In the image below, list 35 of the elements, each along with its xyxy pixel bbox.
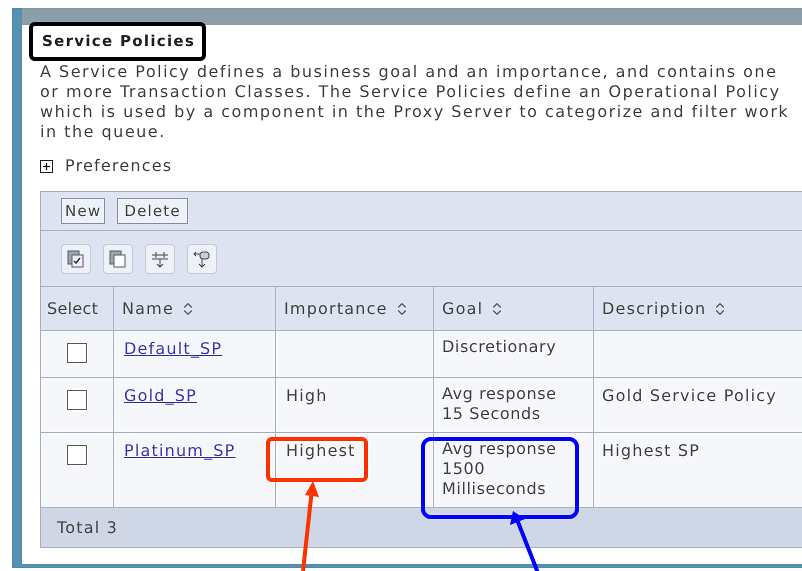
table-cell: Highest — [286, 441, 356, 460]
table-cell-text: 15 Seconds — [442, 404, 542, 424]
delete-button[interactable]: Delete — [117, 198, 188, 224]
policy-link[interactable]: Default_SP — [124, 339, 222, 358]
column-header[interactable]: Description — [593, 287, 802, 330]
table-cell: Highest SP — [602, 441, 700, 460]
description-text: A Service Policy defines a business goal and an importance, and contains one or more Transaction Classes. The Service Policies define an Operational Policy which is used by a component in the Proxy Server to categorize and filter work in the queue. — [40, 62, 790, 142]
table-cell-text: 1500 — [442, 459, 486, 479]
pages-icon — [108, 248, 128, 268]
column-header[interactable]: Name — [113, 287, 275, 330]
policy-link[interactable]: Platinum_SP — [124, 441, 236, 460]
expand-icon[interactable] — [40, 160, 53, 172]
table-cell-text: Milliseconds — [442, 479, 548, 499]
toolbar-button[interactable] — [145, 244, 175, 274]
toolbar-button[interactable] — [61, 244, 91, 274]
column-header[interactable]: Goal — [433, 287, 593, 330]
policy-link[interactable]: Gold_SP — [124, 386, 197, 405]
row-checkbox[interactable] — [67, 445, 87, 465]
column-header: Select — [46, 298, 100, 320]
table-cell: Gold Service Policy — [602, 386, 777, 405]
checked-pages-icon — [66, 248, 86, 268]
preferences-link[interactable]: Preferences — [65, 154, 172, 178]
column-header[interactable]: Importance — [275, 287, 433, 330]
toolbar-button[interactable] — [103, 244, 133, 274]
table-cell: High — [286, 386, 328, 405]
total-count: Total 3 — [57, 516, 118, 538]
table-cell-text: Avg response — [442, 439, 558, 459]
toolbar-button[interactable] — [187, 244, 217, 274]
table-cell-text: Avg response — [442, 384, 558, 404]
row-checkbox[interactable] — [67, 343, 87, 363]
row-checkbox[interactable] — [67, 390, 87, 410]
table-cell-text: Discretionary — [442, 337, 558, 357]
new-button[interactable]: New — [61, 198, 106, 224]
panel-title: Service Policies — [42, 30, 196, 52]
filter-icon — [192, 248, 212, 268]
